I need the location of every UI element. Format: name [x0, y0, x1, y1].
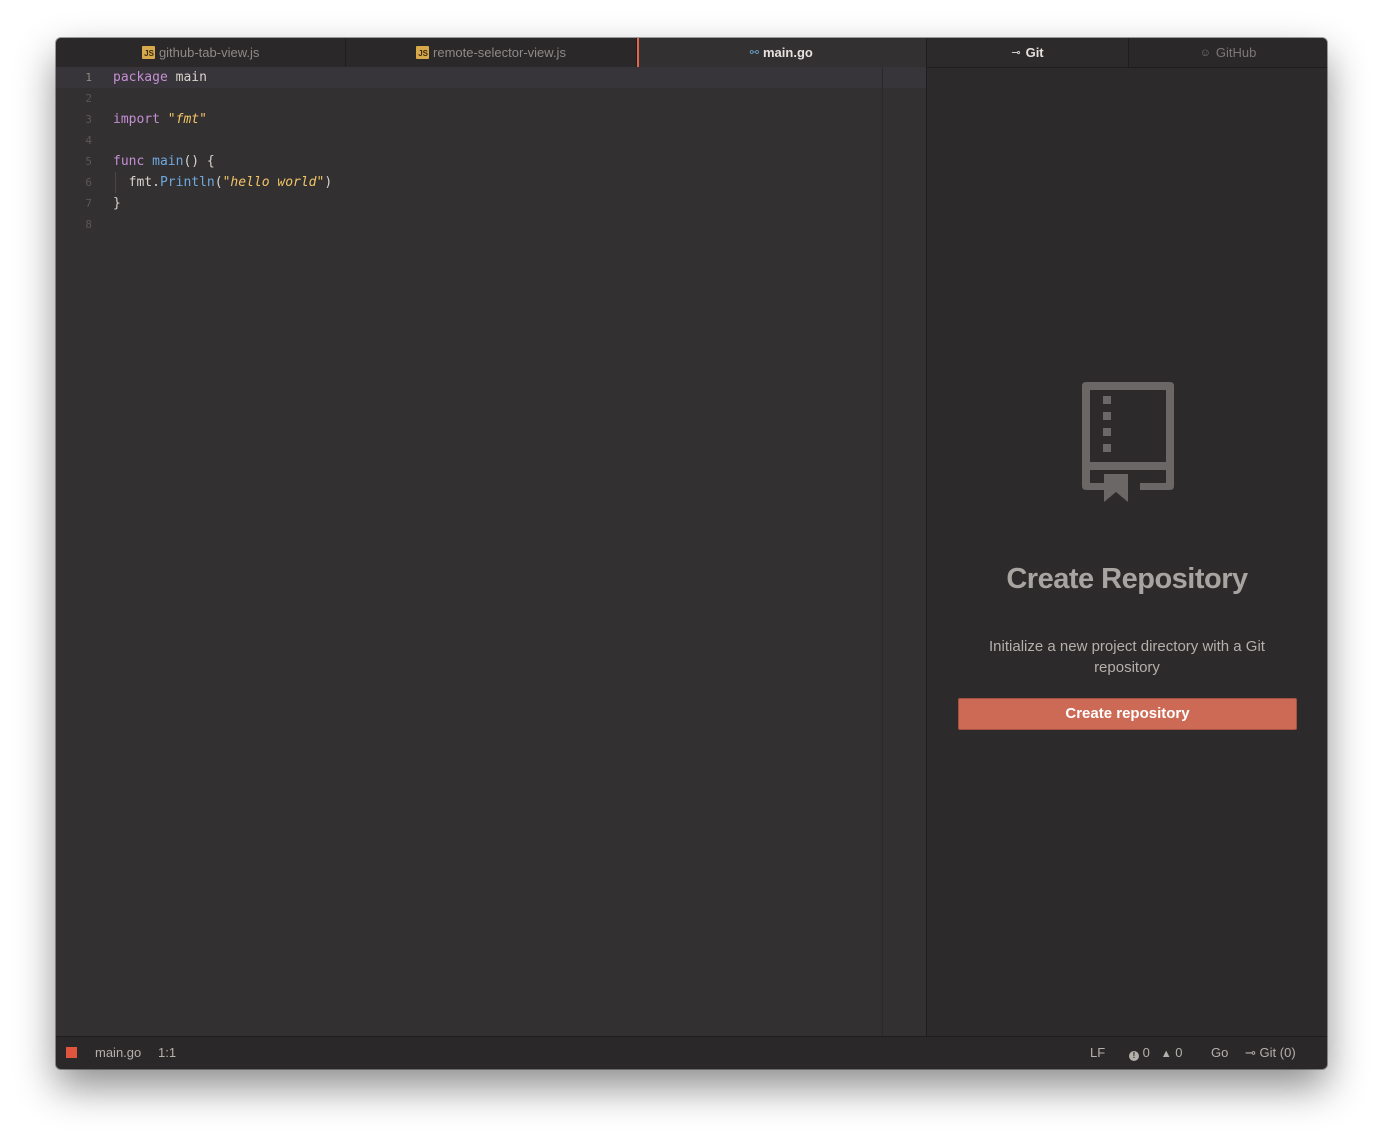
- code-token: main: [152, 154, 184, 169]
- tab-git[interactable]: ⊸ Git: [927, 38, 1129, 67]
- code-token: "fmt": [167, 112, 207, 127]
- indent-guide: [115, 172, 116, 193]
- code-line[interactable]: 2: [56, 88, 882, 109]
- code-line[interactable]: 1 package main: [56, 67, 882, 88]
- line-number: 3: [85, 113, 92, 126]
- line-number: 7: [85, 197, 92, 210]
- line-number: 6: [85, 176, 92, 189]
- warning-icon: ▲: [1160, 1048, 1172, 1060]
- code-text: func main() {: [113, 151, 215, 172]
- octocat-icon: ☺: [1199, 46, 1211, 59]
- tab-remote-selector-view[interactable]: JS remote-selector-view.js: [346, 38, 637, 67]
- go-file-icon: ⚯: [749, 47, 759, 59]
- code-editor[interactable]: 1 package main 2 3 import "fmt" 4 5 func main()…: [56, 67, 926, 1037]
- status-bar: main.go 1:1 LF ! 0 ▲ 0 Go ⊸ Git (0): [56, 1036, 1327, 1069]
- tab-label: github-tab-view.js: [158, 45, 260, 60]
- tab-label: GitHub: [1215, 45, 1257, 60]
- code-token: () {: [183, 154, 215, 169]
- line-number: 2: [85, 92, 92, 105]
- error-icon: !: [1129, 1051, 1139, 1061]
- line-number: 1: [85, 71, 92, 84]
- code-token: ): [324, 175, 333, 190]
- code-line[interactable]: 7}: [56, 193, 882, 214]
- status-diagnostics[interactable]: ! 0 ▲ 0: [1129, 1037, 1182, 1069]
- create-repository-title: Create Repository: [1006, 563, 1248, 595]
- code-token: func: [113, 154, 145, 169]
- line-number: 5: [85, 155, 92, 168]
- js-file-icon: JS: [141, 46, 155, 59]
- code-token: main: [167, 70, 207, 85]
- tab-github[interactable]: ☺ GitHub: [1129, 38, 1327, 67]
- tab-main-go[interactable]: ⚯ main.go: [636, 38, 926, 67]
- code-token: fmt.: [113, 175, 160, 190]
- code-line[interactable]: 5 func main() {: [56, 151, 882, 172]
- status-file-name[interactable]: main.go: [95, 1037, 141, 1069]
- code-token: package: [113, 70, 168, 85]
- code-token: import: [113, 112, 160, 127]
- app-window: JS github-tab-view.js JS remote-selector…: [56, 38, 1327, 1069]
- error-count: 0: [1142, 1045, 1150, 1060]
- file-status-icon[interactable]: [66, 1047, 77, 1058]
- status-grammar[interactable]: Go: [1211, 1037, 1228, 1069]
- editor-tab-bar: JS github-tab-view.js JS remote-selector…: [56, 38, 926, 68]
- git-commit-icon: ⊸: [1011, 47, 1021, 59]
- line-number: 4: [85, 134, 92, 147]
- code-text: import "fmt": [113, 109, 207, 130]
- status-cursor-position[interactable]: 1:1: [158, 1037, 176, 1069]
- code-line[interactable]: 3 import "fmt": [56, 109, 882, 130]
- tab-label: main.go: [763, 45, 813, 60]
- tab-label: Git: [1025, 45, 1044, 60]
- editor-pane: JS github-tab-view.js JS remote-selector…: [56, 38, 926, 1037]
- create-repository-description: Initialize a new project directory with …: [989, 638, 1265, 676]
- code-line[interactable]: 8: [56, 214, 882, 235]
- status-git-label: Git (0): [1259, 1045, 1296, 1060]
- code-token: "hello world": [222, 175, 325, 190]
- tab-github-tab-view[interactable]: JS github-tab-view.js: [56, 38, 347, 67]
- current-line-highlight: [883, 67, 926, 88]
- wrap-guide: [882, 67, 883, 1037]
- status-line-ending[interactable]: LF: [1090, 1037, 1105, 1069]
- code-token: (: [214, 175, 223, 190]
- panel-tab-bar: ⊸ Git ☺ GitHub: [927, 38, 1327, 68]
- git-panel: ⊸ Git ☺ GitHub Create Repository Initial…: [926, 38, 1327, 1037]
- status-git[interactable]: ⊸ Git (0): [1245, 1037, 1296, 1069]
- repository-book-icon: [1082, 382, 1174, 502]
- js-file-icon: JS: [416, 46, 430, 59]
- create-repository-button[interactable]: Create repository: [958, 698, 1297, 730]
- code-line[interactable]: 4: [56, 130, 882, 151]
- git-commit-icon: ⊸: [1245, 1045, 1256, 1060]
- code-token: Println: [159, 175, 215, 190]
- warning-count: 0: [1175, 1045, 1183, 1060]
- code-text: }: [113, 193, 121, 214]
- code-token: }: [113, 196, 121, 211]
- code-text: fmt.Println("hello world"): [113, 172, 333, 193]
- code-text: package main: [113, 67, 207, 88]
- line-number: 8: [85, 218, 92, 231]
- code-line[interactable]: 6 fmt.Println("hello world"): [56, 172, 882, 193]
- tab-label: remote-selector-view.js: [433, 45, 566, 60]
